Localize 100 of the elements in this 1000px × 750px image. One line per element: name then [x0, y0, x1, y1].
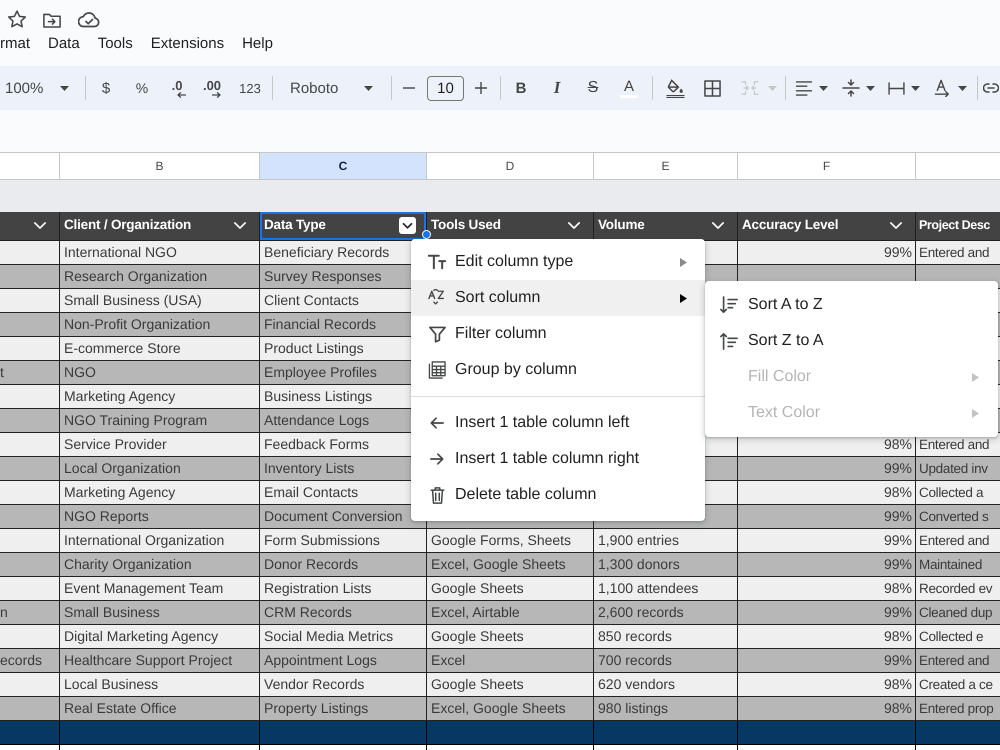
cloud-check-icon[interactable] — [78, 12, 100, 28]
table-cell-text: Business Listings — [263, 387, 374, 406]
column-header[interactable]: E — [594, 153, 737, 179]
paint-bucket-icon — [666, 78, 684, 98]
table-cell-text: 1,100 attendees — [597, 579, 700, 598]
table-cell-text: Attendance Logs — [263, 411, 370, 430]
table-cell-text: Appointment Logs — [263, 651, 378, 670]
column-header[interactable]: B — [60, 153, 259, 179]
table-cell-text: Excel, Google Sheets — [430, 555, 567, 574]
sort-ascending-icon — [720, 296, 738, 314]
menu-item[interactable]: Sort column — [411, 280, 705, 316]
italic-button[interactable]: I — [541, 73, 573, 103]
table-cell-text: Entered and — [918, 532, 990, 550]
table-cell-text: CRM Records — [263, 603, 353, 622]
table-cell-text: Financial Records — [263, 315, 378, 334]
text-wrap-icon — [888, 82, 905, 94]
table-cell-text: 98% — [882, 483, 913, 502]
caret-icon — [60, 86, 69, 90]
table-cell-text: Updated inv — [918, 460, 989, 478]
menu-item[interactable]: Filter column — [411, 316, 705, 352]
trash-icon — [430, 486, 444, 504]
column-header[interactable]: C — [260, 153, 426, 179]
sort-descending-icon — [720, 332, 738, 350]
zoom-dropdown[interactable]: 100% — [0, 73, 78, 103]
table-cell-text: Property Listings — [263, 699, 370, 718]
menu-item[interactable]: Delete table column — [411, 477, 705, 513]
table-cell-text: Small Business (USA) — [63, 291, 203, 310]
chevron-down-icon[interactable] — [712, 222, 724, 229]
font-size-field[interactable]: 10 — [427, 76, 464, 100]
strikethrough-button[interactable]: S — [577, 73, 609, 103]
table-cell-text: Feedback Forms — [263, 435, 370, 454]
number-format-button[interactable]: 123 — [232, 73, 268, 103]
table-cell-text: 980 listings — [597, 699, 670, 718]
minus-icon — [403, 87, 415, 89]
submenu-arrow-icon — [680, 258, 687, 266]
column-header[interactable]: F — [738, 153, 915, 179]
table-cell-text: International Organization — [63, 531, 226, 550]
table-cell-text: ecords — [0, 651, 44, 670]
text-rotation-icon — [934, 79, 952, 97]
table-cell-text: 98% — [882, 675, 913, 694]
table-cell-text: 850 records — [597, 627, 673, 646]
decrease-decimal-button[interactable]: .0 — [161, 73, 193, 103]
currency-button[interactable]: $ — [90, 73, 122, 103]
menu-item[interactable]: Data — [48, 34, 80, 54]
font-dropdown[interactable]: Roboto — [279, 73, 384, 103]
menu-item[interactable]: Tools — [98, 34, 133, 54]
column-title: Tools Used — [431, 216, 502, 234]
table-cell-text: Entered and — [918, 244, 990, 262]
folder-arrow-icon[interactable] — [43, 13, 61, 28]
table-cell-text: Event Management Team — [63, 579, 224, 598]
table-cell-text: Collected a — [918, 484, 984, 502]
table-cell-text: Beneficiary Records — [263, 243, 390, 262]
submenu-arrow-icon — [972, 408, 979, 418]
fill-handle[interactable] — [422, 230, 431, 239]
table-cell-text: Vendor Records — [263, 675, 366, 694]
table-cell-text: 99% — [882, 507, 913, 526]
menu-item[interactable]: Group by column — [411, 352, 705, 388]
chevron-down-icon[interactable] — [399, 217, 416, 234]
column-title: Project Desc — [919, 217, 990, 234]
table-cell-text: 1,900 entries — [597, 531, 680, 550]
text-type-icon — [428, 254, 446, 270]
menu-item[interactable]: Sort Z to A — [705, 323, 998, 359]
chevron-down-icon[interactable] — [568, 222, 580, 229]
table-cell-text: Excel, Google Sheets — [430, 699, 567, 718]
align-left-icon — [795, 80, 813, 96]
table-cell-text: Research Organization — [63, 267, 208, 286]
text-color-button[interactable]: A — [613, 73, 645, 103]
menu-item[interactable]: rmat — [0, 34, 30, 54]
table-cell-text: Real Estate Office — [63, 699, 178, 718]
table-cell-text: 620 vendors — [597, 675, 676, 694]
table-cell-text: 98% — [882, 435, 913, 454]
chevron-down-icon[interactable] — [890, 222, 902, 229]
increase-decimal-button[interactable]: .00 — [196, 73, 228, 103]
menu-item[interactable]: Help — [242, 34, 273, 54]
menu-item[interactable]: Insert 1 table column left — [411, 405, 705, 441]
column-header[interactable]: D — [427, 153, 593, 179]
menu-item[interactable]: Sort A to Z — [705, 287, 998, 323]
table-cell-text: 99% — [882, 603, 913, 622]
table-cell-text: Employee Profiles — [263, 363, 378, 382]
menu-item[interactable]: Extensions — [150, 34, 224, 54]
table-cell-text: Collected e — [918, 628, 984, 646]
percent-button[interactable]: % — [126, 73, 158, 103]
table-cell-text: Product Listings — [263, 339, 365, 358]
menu-item[interactable]: Edit column type — [411, 244, 705, 280]
column-title: Accuracy Level — [742, 216, 840, 234]
table-cell-text: Cleaned dup — [918, 604, 994, 622]
menu-item[interactable]: Insert 1 table column right — [411, 441, 705, 477]
chevron-down-icon[interactable] — [234, 222, 246, 229]
table-cell-text: Healthcare Support Project — [63, 651, 234, 670]
plus-icon — [475, 82, 487, 94]
table-cell-text: Form Submissions — [263, 531, 381, 550]
bold-button[interactable]: B — [505, 73, 537, 103]
chevron-down-icon[interactable] — [34, 222, 46, 229]
star-icon[interactable] — [8, 10, 26, 28]
filter-icon — [428, 326, 446, 342]
table-cell-text: 99% — [882, 555, 913, 574]
table-cell-text: Document Conversion — [263, 507, 404, 526]
table-cell-text: Service Provider — [63, 435, 168, 454]
caret-icon — [911, 86, 920, 90]
column-title: Volume — [598, 216, 646, 234]
